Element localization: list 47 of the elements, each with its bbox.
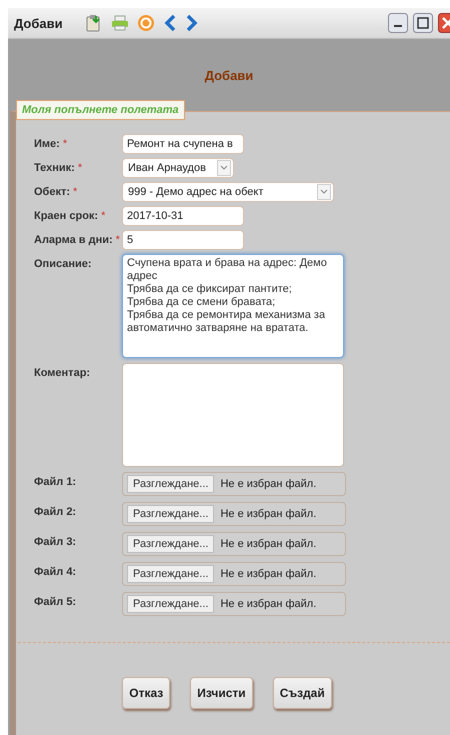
field-label: Техник: [34, 161, 75, 176]
browse-button[interactable]: Разглеждане... [127, 565, 214, 583]
field-label: Файл 4: [34, 565, 76, 580]
text-field[interactable]: Ремонт на счупена в [122, 134, 244, 154]
file-input[interactable]: Разглеждане... Не е избран файл. [122, 592, 346, 616]
window-title: Добави [14, 16, 63, 30]
file-input[interactable]: Разглеждане... Не е избран файл. [122, 562, 346, 586]
action-button[interactable]: Създай [272, 677, 332, 709]
field-label: Файл 1: [34, 475, 76, 490]
caret-icon [217, 160, 231, 176]
file-input[interactable]: Разглеждане... Не е избран файл. [122, 472, 346, 496]
text-area[interactable]: Счупена врата и брава на адрес: Демо адрес Трябва да се фиксират пантите; Трябва да се смени бравата; Трябва да се ремонтира механизма за автоматично затваряне на вратата. [122, 254, 344, 358]
text-field[interactable]: 5 [122, 230, 244, 250]
required-mark: * [78, 161, 82, 176]
browse-button[interactable]: Разглеждане... [127, 535, 214, 553]
field-label: Обект: [34, 185, 70, 200]
field-label: Аларма в дни: [34, 233, 113, 248]
dropdown[interactable]: Иван Арнаудов [122, 158, 234, 178]
field-label: Краен срок: [34, 209, 98, 224]
field-label: Коментар: [34, 366, 90, 381]
close-icon[interactable] [438, 13, 450, 33]
browse-button[interactable]: Разглеждане... [127, 475, 214, 493]
action-button[interactable]: Отказ [122, 677, 170, 709]
browse-button[interactable]: Разглеждане... [127, 505, 214, 523]
field-label: Файл 2: [34, 505, 76, 520]
required-mark: * [101, 209, 106, 224]
text-field[interactable]: 2017-10-31 [122, 206, 244, 226]
field-label: Файл 3: [34, 535, 76, 550]
required-mark: * [73, 185, 78, 200]
back-icon[interactable] [162, 14, 177, 32]
forward-icon[interactable] [184, 14, 199, 32]
form-legend: Моля попълнете полетата [16, 100, 185, 120]
field-label: Име: [34, 137, 60, 152]
dropdown[interactable]: 999 - Демо адрес на обект [122, 182, 334, 202]
refresh-icon[interactable] [136, 14, 155, 32]
required-mark: * [116, 233, 120, 248]
minimize-icon[interactable] [388, 13, 408, 33]
browse-button[interactable]: Разглеждане... [127, 595, 214, 613]
action-button[interactable]: Изчисти [190, 677, 253, 709]
caret-icon [317, 184, 331, 200]
field-label: Файл 5: [34, 595, 76, 610]
file-input[interactable]: Разглеждане... Не е избран файл. [122, 502, 346, 526]
required-mark: * [62, 137, 68, 152]
file-input[interactable]: Разглеждане... Не е избран файл. [122, 532, 346, 556]
maximize-icon[interactable] [413, 13, 433, 33]
page-title: Добави [204, 68, 254, 82]
field-label: Описание: [34, 257, 92, 272]
